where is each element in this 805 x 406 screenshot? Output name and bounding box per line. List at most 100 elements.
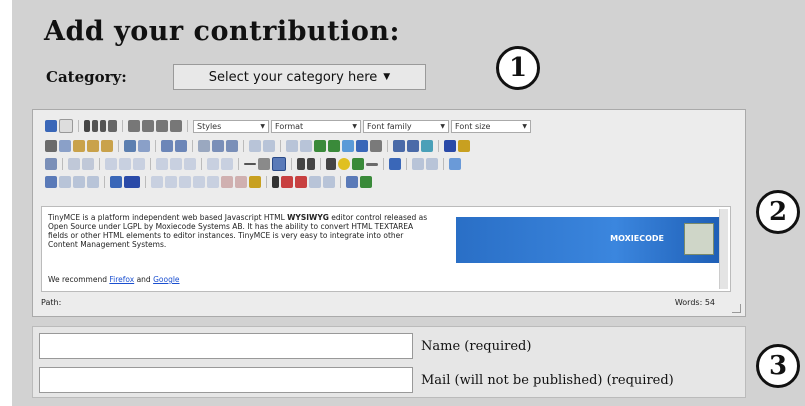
image-manager-icon[interactable] <box>346 176 358 188</box>
font-family-dropdown[interactable]: Font family ▼ <box>363 119 449 133</box>
find-icon[interactable] <box>124 140 136 152</box>
col-before-icon[interactable] <box>156 158 168 170</box>
visual-aid-icon[interactable] <box>272 157 286 171</box>
strikethrough-icon[interactable] <box>108 120 117 132</box>
resize-handle-icon[interactable] <box>732 304 741 313</box>
rtl-icon[interactable] <box>426 158 438 170</box>
nonbreaking-icon[interactable] <box>235 176 247 188</box>
ltr-icon[interactable] <box>412 158 424 170</box>
format-dropdown[interactable]: Format ▼ <box>271 119 361 133</box>
numbered-list-icon[interactable] <box>175 140 187 152</box>
anchor-icon[interactable] <box>314 140 326 152</box>
visual-chars-icon[interactable] <box>272 176 279 188</box>
help-icon[interactable] <box>356 140 368 152</box>
cell-props-icon[interactable] <box>82 158 94 170</box>
align-left-icon[interactable] <box>128 120 140 132</box>
template-icon[interactable] <box>249 176 261 188</box>
replace-icon[interactable] <box>138 140 150 152</box>
absolute-icon[interactable] <box>87 176 99 188</box>
chevron-down-icon: ▼ <box>522 122 527 130</box>
blockquote-icon[interactable] <box>226 140 238 152</box>
insert-layer-icon[interactable] <box>45 176 57 188</box>
bold-icon[interactable] <box>84 120 90 132</box>
special-char-icon[interactable] <box>326 158 336 170</box>
unlink-icon[interactable] <box>300 140 312 152</box>
split-cells-icon[interactable] <box>207 158 219 170</box>
file-manager-icon[interactable] <box>360 176 372 188</box>
cleanup-icon[interactable] <box>342 140 354 152</box>
code-icon[interactable] <box>370 140 382 152</box>
category-selected-value: Select your category here <box>208 69 378 85</box>
preview-icon[interactable] <box>421 140 433 152</box>
page-left-border <box>0 0 12 406</box>
move-forward-icon[interactable] <box>59 176 71 188</box>
font-size-dropdown[interactable]: Font size ▼ <box>451 119 531 133</box>
fullscreen-icon[interactable] <box>449 158 461 170</box>
col-after-icon[interactable] <box>170 158 182 170</box>
ins-icon[interactable] <box>207 176 219 188</box>
blockquote-alt-icon[interactable] <box>309 176 321 188</box>
copy-icon[interactable] <box>59 140 71 152</box>
abbr-icon[interactable] <box>165 176 177 188</box>
italic-icon[interactable] <box>92 120 98 132</box>
redo-icon[interactable] <box>263 140 275 152</box>
move-backward-icon[interactable] <box>73 176 85 188</box>
save-icon[interactable] <box>45 120 57 132</box>
undo-icon[interactable] <box>249 140 261 152</box>
toolbar-separator <box>340 176 341 188</box>
merge-cells-icon[interactable] <box>221 158 233 170</box>
insert-date-icon[interactable] <box>393 140 405 152</box>
google-link[interactable]: Google <box>153 275 179 284</box>
mail-input[interactable] <box>39 367 413 393</box>
outdent-icon[interactable] <box>198 140 210 152</box>
bullet-list-icon[interactable] <box>161 140 173 152</box>
paste-word-icon[interactable] <box>101 140 113 152</box>
spellcheck-icon[interactable] <box>124 176 140 188</box>
delete-col-icon[interactable] <box>184 158 196 170</box>
insert-time-icon[interactable] <box>407 140 419 152</box>
underline-icon[interactable] <box>100 120 106 132</box>
media-icon[interactable] <box>352 158 364 170</box>
image-icon[interactable] <box>328 140 340 152</box>
insert-file-icon[interactable] <box>323 176 335 188</box>
del-icon[interactable] <box>193 176 205 188</box>
new-document-icon[interactable] <box>59 119 73 133</box>
name-input[interactable] <box>39 333 413 359</box>
pagebreak-icon[interactable] <box>281 176 293 188</box>
delete-row-icon[interactable] <box>133 158 145 170</box>
acronym-icon[interactable] <box>179 176 191 188</box>
firefox-link[interactable]: Firefox <box>109 275 134 284</box>
advanced-hr-icon[interactable] <box>366 162 378 166</box>
row-props-icon[interactable] <box>68 158 80 170</box>
category-select[interactable]: Select your category here ▼ <box>173 64 426 90</box>
print-icon[interactable] <box>389 158 401 170</box>
styleprops-icon[interactable] <box>110 176 122 188</box>
toolbar-separator <box>238 158 239 170</box>
editor-paragraph: TinyMCE is a platform independent web ba… <box>48 213 432 249</box>
subscript-icon[interactable] <box>297 158 305 170</box>
link-icon[interactable] <box>286 140 298 152</box>
editor-content-area[interactable]: TinyMCE is a platform independent web ba… <box>41 206 731 292</box>
cut-icon[interactable] <box>45 140 57 152</box>
superscript-icon[interactable] <box>307 158 315 170</box>
restore-draft-icon[interactable] <box>295 176 307 188</box>
paste-text-icon[interactable] <box>87 140 99 152</box>
align-justify-icon[interactable] <box>170 120 182 132</box>
emoticon-icon[interactable] <box>338 158 350 170</box>
background-color-icon[interactable] <box>458 140 470 152</box>
table-icon[interactable] <box>45 158 57 170</box>
indent-icon[interactable] <box>212 140 224 152</box>
attribs-icon[interactable] <box>221 176 233 188</box>
styles-dropdown[interactable]: Styles ▼ <box>193 119 269 133</box>
row-before-icon[interactable] <box>105 158 117 170</box>
horizontal-rule-icon[interactable] <box>244 163 256 165</box>
text-color-icon[interactable] <box>444 140 456 152</box>
remove-format-icon[interactable] <box>258 158 270 170</box>
editor-scrollbar[interactable] <box>719 209 728 289</box>
toolbar-separator <box>187 120 188 132</box>
cite-icon[interactable] <box>151 176 163 188</box>
align-right-icon[interactable] <box>156 120 168 132</box>
align-center-icon[interactable] <box>142 120 154 132</box>
row-after-icon[interactable] <box>119 158 131 170</box>
paste-icon[interactable] <box>73 140 85 152</box>
